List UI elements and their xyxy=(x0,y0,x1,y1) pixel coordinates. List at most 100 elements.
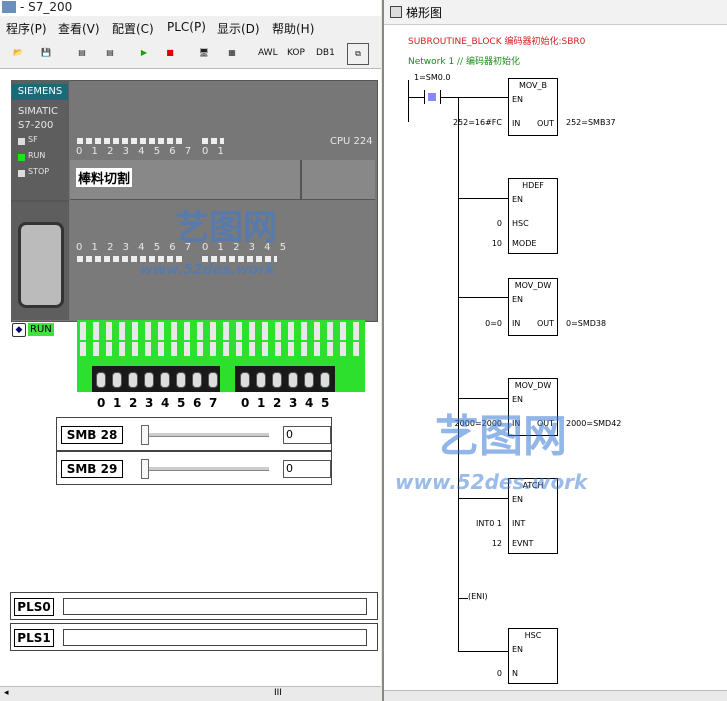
block-mov-b[interactable]: MOV_B EN IN OUT xyxy=(508,78,558,136)
menu-program[interactable]: 程序(P) xyxy=(6,20,47,37)
operand-in: 0=0 xyxy=(485,319,502,328)
menu-plc[interactable]: PLC(P) xyxy=(167,20,206,34)
smb29-track[interactable] xyxy=(141,467,269,471)
switch-i1-5[interactable] xyxy=(320,372,330,388)
smb29-slider-thumb[interactable] xyxy=(141,459,149,479)
input-bits-b: 0 1 xyxy=(202,146,227,157)
switch-i0-1[interactable] xyxy=(112,372,122,388)
chart-icon[interactable]: ⧉ xyxy=(347,43,369,65)
switch-i0-3[interactable] xyxy=(144,372,154,388)
switch-number: 6 xyxy=(193,396,202,410)
switch-number: 1 xyxy=(113,396,122,410)
awl-load-icon[interactable]: ▤ xyxy=(72,43,92,63)
scroll-grip[interactable]: III xyxy=(274,688,282,698)
pin-en: EN xyxy=(512,495,524,504)
window-title: - S7_200 xyxy=(0,0,381,16)
stop-icon[interactable]: ■ xyxy=(160,43,180,63)
pls1-row: PLS1 xyxy=(10,623,378,651)
terminal-pins-top xyxy=(80,322,362,340)
plc-side-divider xyxy=(11,200,69,202)
toolbar-kop[interactable]: KOP xyxy=(287,48,305,58)
ladder-scrollbar[interactable] xyxy=(384,690,727,701)
sf-led xyxy=(18,138,25,145)
pin-out: OUT xyxy=(536,319,554,328)
run-mode-icon[interactable]: ◆ xyxy=(12,323,26,337)
block-hdef[interactable]: HDEF EN HSC MODE xyxy=(508,178,558,254)
switch-i0-7[interactable] xyxy=(208,372,218,388)
toolbar: 📂 💾 ▤ ▤ ▶ ■ 🖥 ▦ AWL KOP DB1 ⧉ xyxy=(0,38,381,69)
operand-hsc: 0 xyxy=(496,219,502,228)
menu-help[interactable]: 帮助(H) xyxy=(272,20,314,37)
watermark-logo: 艺图网 xyxy=(175,208,277,248)
smb29-control: SMB 29 0 xyxy=(56,451,332,485)
smb28-label: SMB 28 xyxy=(61,426,123,444)
run-icon[interactable]: ▶ xyxy=(134,43,154,63)
stop-led xyxy=(18,170,25,177)
switch-i0-6[interactable] xyxy=(192,372,202,388)
block-name: MOV_DW xyxy=(514,281,552,290)
switch-i0-5[interactable] xyxy=(176,372,186,388)
cpu-model: CPU 224 xyxy=(330,136,373,147)
contact-sm0-0-icon[interactable] xyxy=(428,93,436,101)
operand-in: 252=16#FC xyxy=(452,118,502,127)
pin-int: INT xyxy=(512,519,526,528)
block-name: HDEF xyxy=(522,181,544,190)
operand-out: 2000=SMD42 xyxy=(566,419,622,428)
ladder-window: 梯形图 SUBROUTINE_BLOCK 编码器初始化:SBR0 Network… xyxy=(382,0,727,701)
pin-hsc: HSC xyxy=(512,219,529,228)
switch-number: 3 xyxy=(145,396,154,410)
run-led xyxy=(18,154,25,161)
contact-label: 1=SM0.0 xyxy=(414,73,451,82)
watermark-url: www.52des.work xyxy=(395,470,588,494)
db-load-icon[interactable]: ▤ xyxy=(100,43,120,63)
menu-config[interactable]: 配置(C) xyxy=(112,20,154,37)
simulator-window: - S7_200 程序(P) 查看(V) 配置(C) PLC(P) 显示(D) … xyxy=(0,0,381,701)
rung-wire xyxy=(458,498,508,499)
switch-i0-2[interactable] xyxy=(128,372,138,388)
stop-label: STOP xyxy=(28,167,50,176)
switch-i1-2[interactable] xyxy=(272,372,282,388)
smb28-track[interactable] xyxy=(141,433,269,437)
switch-i1-0[interactable] xyxy=(240,372,250,388)
toolbar-awl[interactable]: AWL xyxy=(258,48,278,58)
pin-en: EN xyxy=(512,95,524,104)
smb28-value[interactable]: 0 xyxy=(283,426,331,444)
open-icon[interactable]: 📂 xyxy=(8,43,28,63)
horizontal-scrollbar[interactable]: ◂ III xyxy=(0,686,381,701)
scroll-left-icon[interactable]: ◂ xyxy=(4,688,9,698)
switch-number: 7 xyxy=(209,396,218,410)
operand-out: 252=SMB37 xyxy=(566,118,616,127)
db9-connector-icon xyxy=(18,222,64,308)
block-name: MOV_DW xyxy=(514,381,552,390)
pls1-label: PLS1 xyxy=(14,629,54,647)
save-icon[interactable]: 💾 xyxy=(36,43,56,63)
menu-display[interactable]: 显示(D) xyxy=(217,20,260,37)
plc-label: 棒料切割 xyxy=(76,168,133,187)
eni-coil[interactable]: (ENI) xyxy=(468,592,488,601)
switch-i1-3[interactable] xyxy=(288,372,298,388)
vertical-branch xyxy=(458,97,459,652)
siemens-logo: SIEMENS xyxy=(12,84,68,100)
app-icon xyxy=(2,1,16,13)
plc-icon[interactable]: ▦ xyxy=(222,43,242,63)
rung-wire xyxy=(458,651,508,652)
switch-i1-4[interactable] xyxy=(304,372,314,388)
watermark-url: www.52des.work xyxy=(140,262,275,278)
network-comment: Network 1 // 编码器初始化 xyxy=(408,57,520,67)
switch-i1-1[interactable] xyxy=(256,372,266,388)
block-hsc[interactable]: HSC EN N xyxy=(508,628,558,684)
switch-number: 5 xyxy=(321,396,330,410)
sf-label: SF xyxy=(28,135,38,144)
toolbar-db1[interactable]: DB1 xyxy=(316,48,335,58)
plc-model-s7: S7-200 xyxy=(18,120,54,131)
menu-view[interactable]: 查看(V) xyxy=(58,20,100,37)
input-leds-b xyxy=(202,138,224,144)
operand-mode: 10 xyxy=(491,239,502,248)
monitor-icon[interactable]: 🖥 xyxy=(194,43,214,63)
switch-i0-0[interactable] xyxy=(96,372,106,388)
switch-i0-4[interactable] xyxy=(160,372,170,388)
block-mov-dw-1[interactable]: MOV_DW EN IN OUT xyxy=(508,278,558,336)
block-name: MOV_B xyxy=(518,81,548,90)
smb28-slider-thumb[interactable] xyxy=(141,425,149,445)
smb29-value[interactable]: 0 xyxy=(283,460,331,478)
